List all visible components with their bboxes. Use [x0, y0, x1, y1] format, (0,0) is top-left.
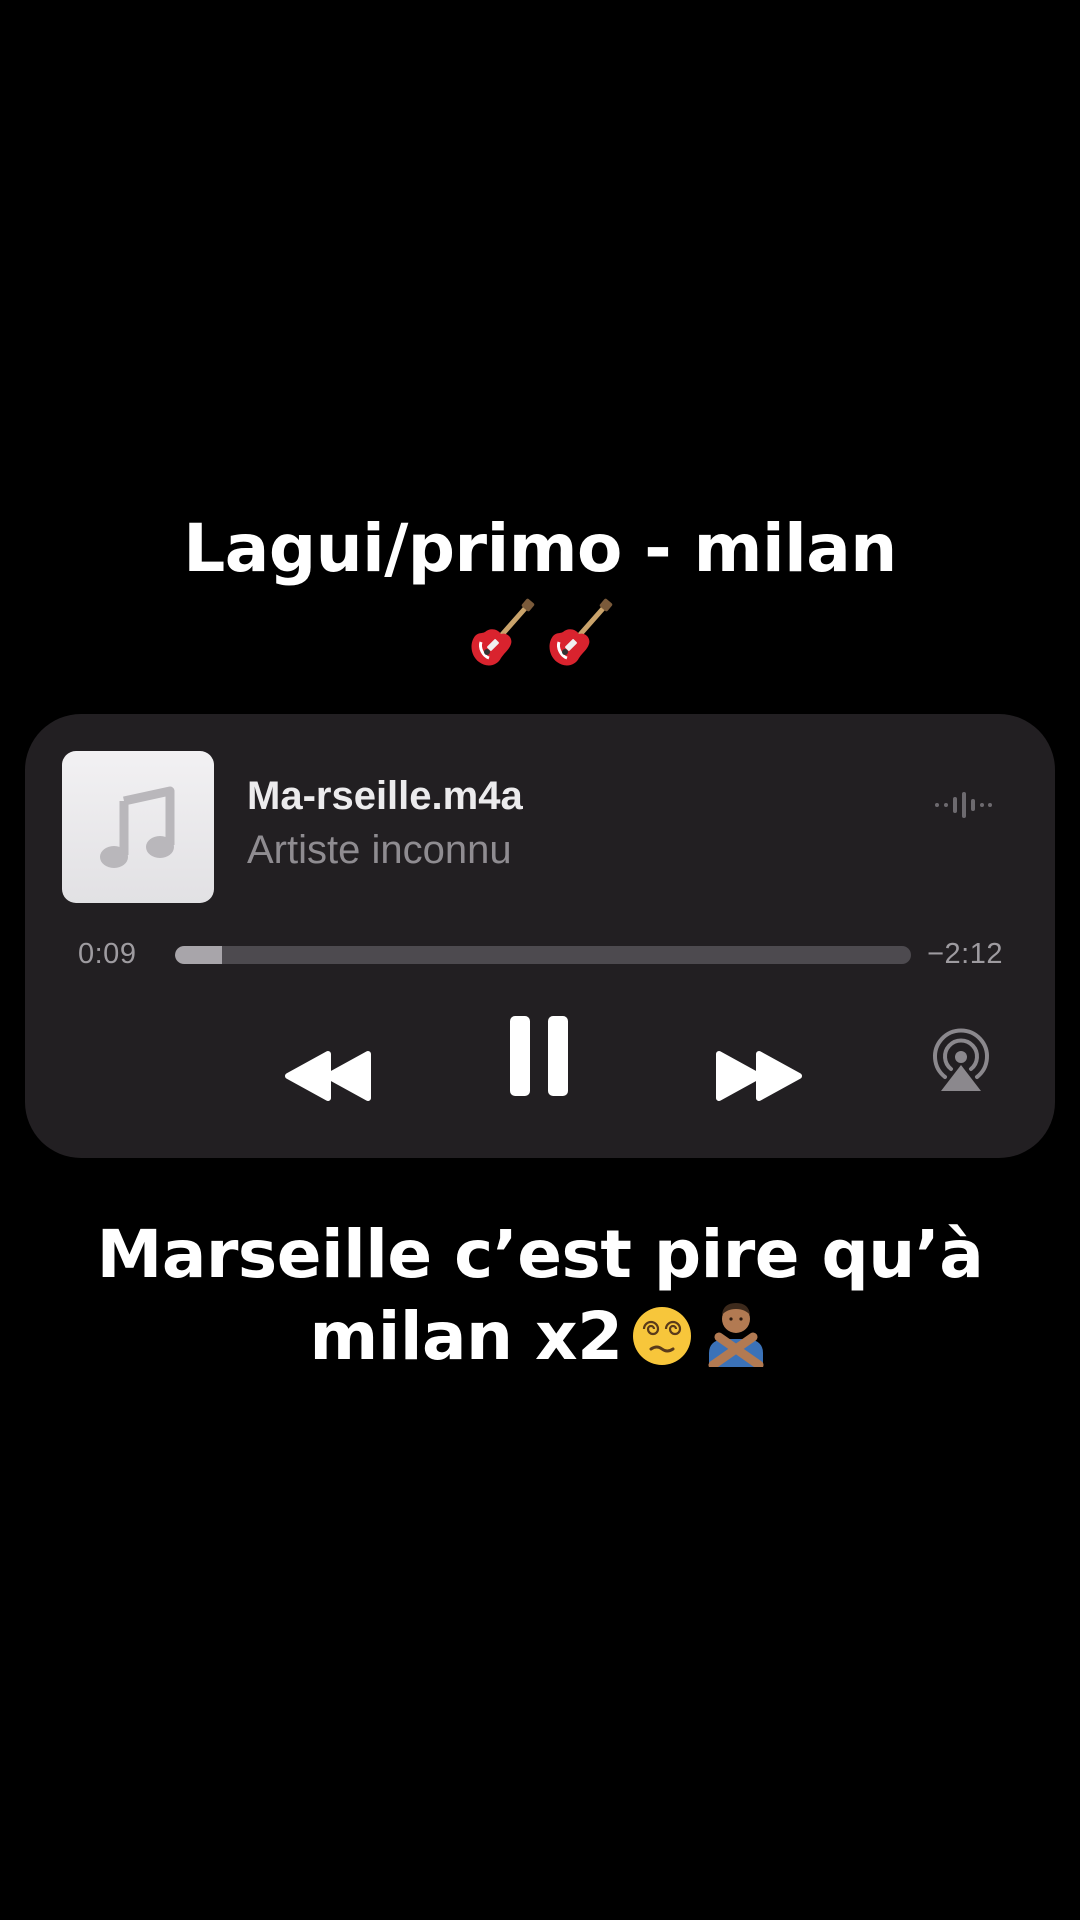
now-playing-card: Ma-rseille.m4a Artiste inconnu 0:09 −2:1…	[25, 714, 1055, 1158]
caption-line-2: milan x2	[0, 1296, 1080, 1386]
caption-lyrics: Marseille c’est pire qu’à milan x2	[0, 1214, 1080, 1386]
airplay-icon	[933, 1028, 989, 1091]
rewind-button[interactable]	[279, 1040, 377, 1112]
pause-icon	[510, 1016, 568, 1096]
caption-line-1: Marseille c’est pire qu’à	[96, 1216, 984, 1293]
remaining-time: −2:12	[927, 938, 1003, 970]
progress-scrubber[interactable]	[175, 946, 911, 964]
track-artist: Artiste inconnu	[247, 828, 512, 872]
album-artwork[interactable]	[62, 751, 214, 903]
fast-forward-button[interactable]	[710, 1040, 808, 1112]
rewind-icon	[285, 1051, 371, 1101]
face-with-spiral-eyes-emoji	[631, 1304, 693, 1386]
guitar-emoji	[465, 598, 537, 675]
progress-fill	[175, 946, 223, 964]
fast-forward-icon	[716, 1051, 802, 1101]
caption-line-2-text: milan x2	[309, 1298, 623, 1375]
person-gesturing-no-emoji	[701, 1297, 771, 1386]
caption-title: Lagui/primo - milan	[183, 510, 897, 587]
guitar-emoji	[543, 598, 615, 675]
elapsed-time: 0:09	[78, 938, 137, 970]
airplay-button[interactable]	[921, 1020, 1001, 1098]
track-title: Ma-rseille.m4a	[247, 774, 523, 818]
guitar-emoji-row	[0, 598, 1080, 675]
waveform-icon	[933, 790, 993, 825]
music-note-icon	[100, 786, 175, 868]
pause-button[interactable]	[505, 1014, 573, 1098]
